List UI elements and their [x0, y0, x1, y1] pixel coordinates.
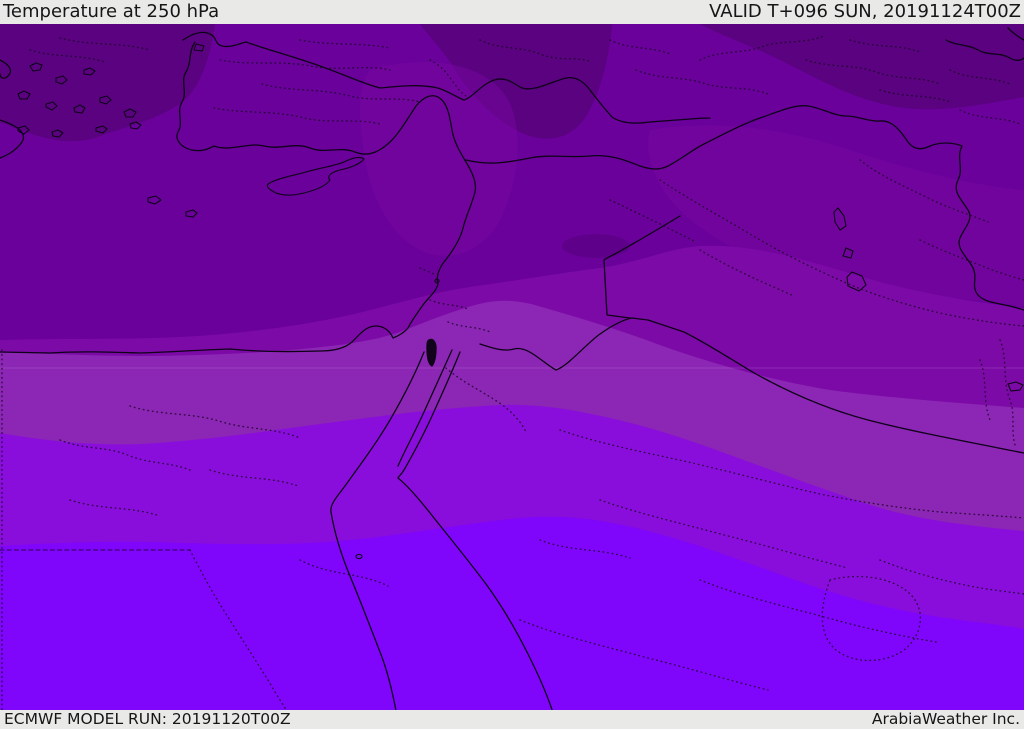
map-title: Temperature at 250 hPa [3, 1, 220, 22]
weather-map [0, 24, 1024, 710]
brand-label: ArabiaWeather Inc. [871, 709, 1020, 728]
header-bar: Temperature at 250 hPa VALID T+096 SUN, … [0, 0, 1024, 24]
dead-sea [426, 338, 437, 367]
temperature-bands [0, 24, 1024, 710]
footer-bar: ECMWF MODEL RUN: 20191120T00Z ArabiaWeat… [0, 710, 1024, 729]
valid-time-label: VALID T+096 SUN, 20191124T00Z [709, 1, 1021, 22]
weather-map-screen: Temperature at 250 hPa VALID T+096 SUN, … [0, 0, 1024, 729]
tuz-lake-shade [562, 234, 630, 258]
model-run-label: ECMWF MODEL RUN: 20191120T00Z [4, 709, 291, 728]
